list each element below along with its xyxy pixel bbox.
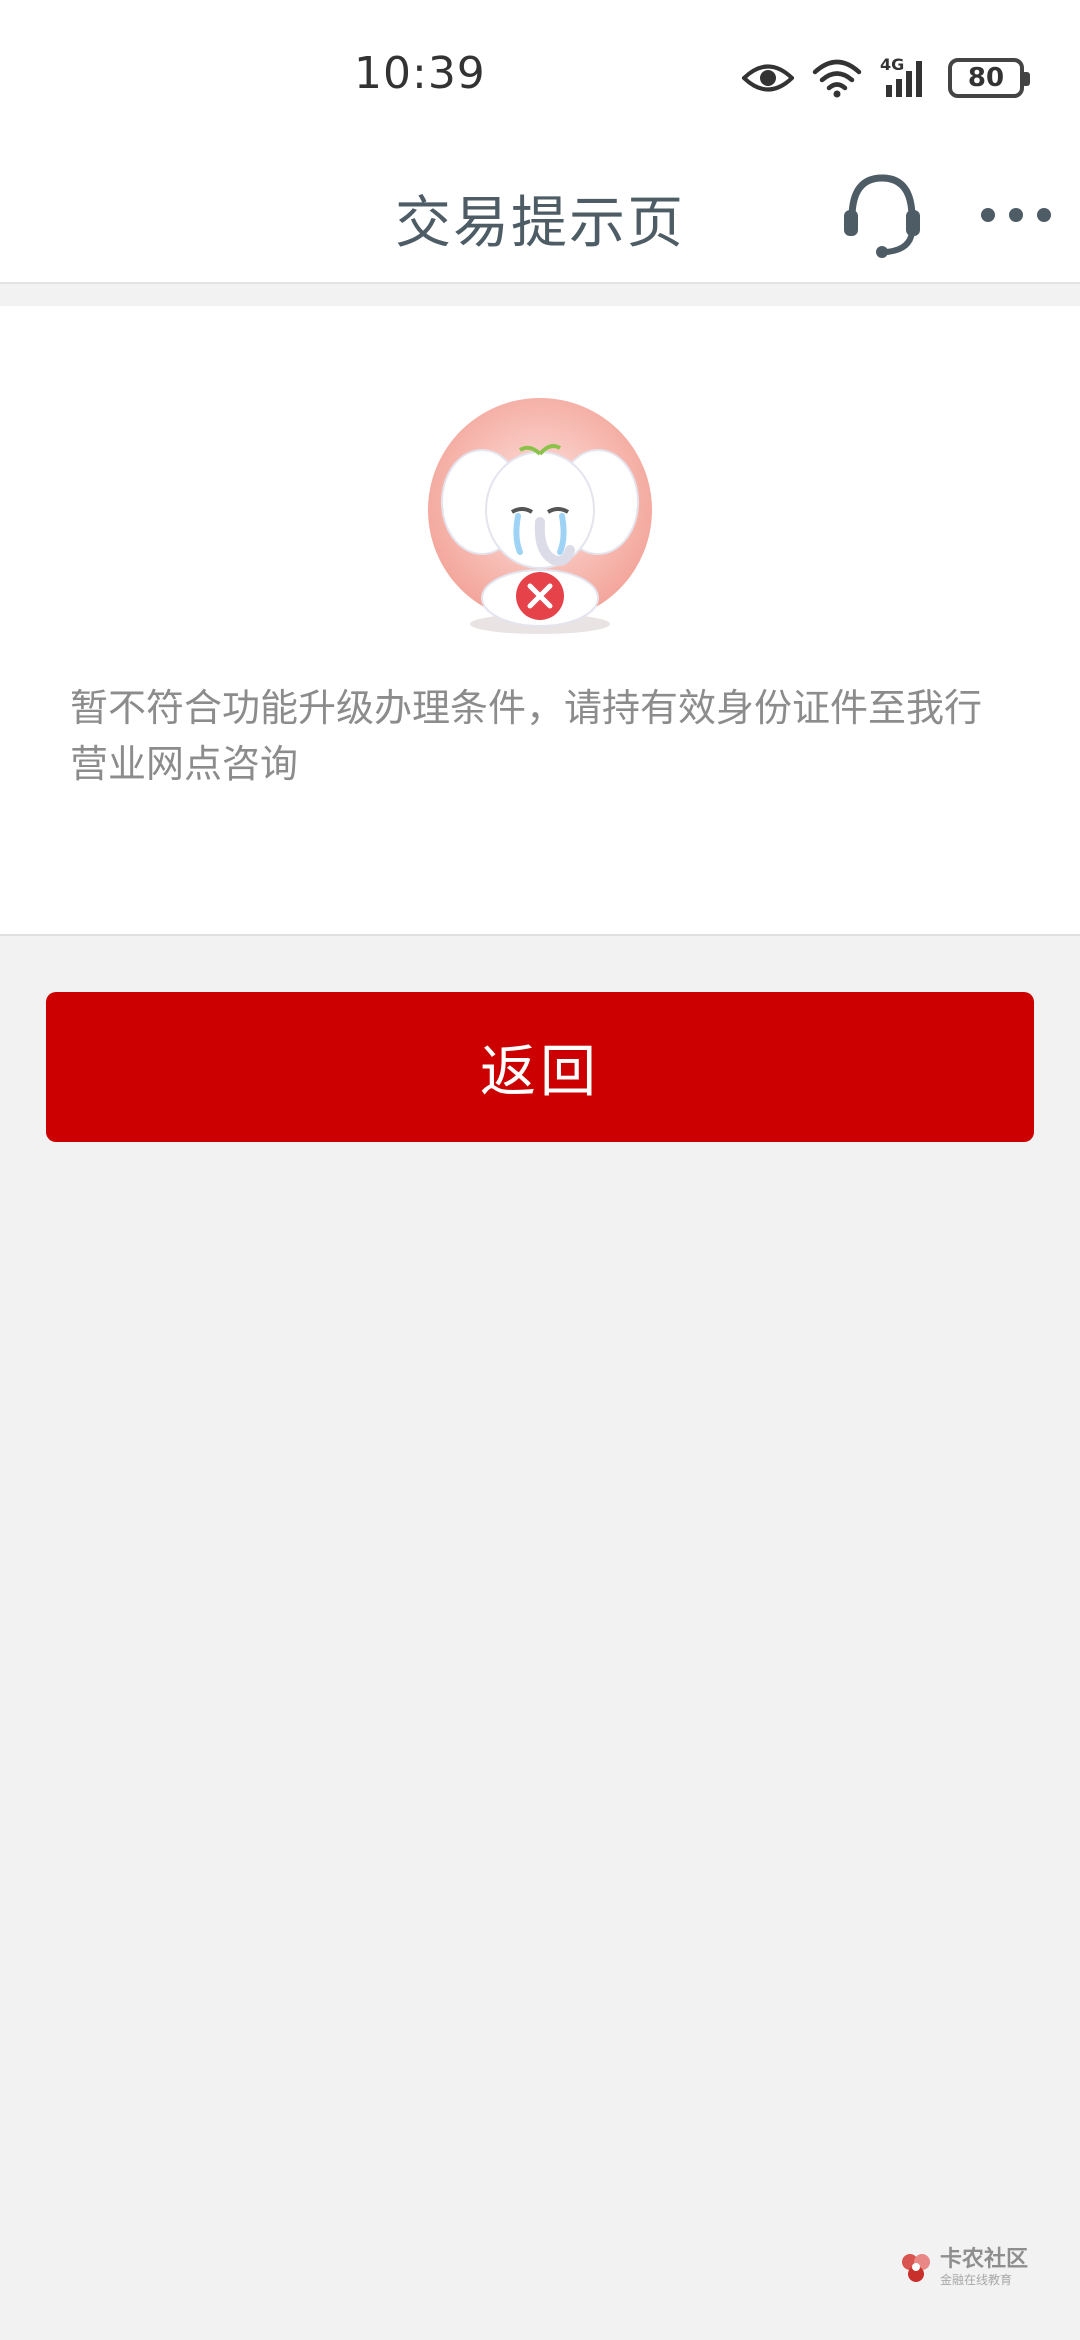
- divider: [0, 286, 1080, 306]
- nav-bar: 交易提示页: [0, 150, 1080, 284]
- eye-icon: [742, 64, 794, 92]
- signal-icon: 4G: [880, 55, 930, 99]
- watermark-logo-icon: [902, 2254, 930, 2282]
- battery-level: 80: [967, 63, 1005, 93]
- page: 10:39 4G 80 交易提示页 暂不符合功能升级办理条件，请持有效身份证件至…: [0, 0, 1080, 2340]
- more-icon[interactable]: [976, 200, 1056, 230]
- battery-icon: 80: [948, 58, 1030, 98]
- status-bar: 10:39 4G 80: [0, 0, 1080, 150]
- watermark: 卡农社区 金融在线教育: [898, 2248, 1028, 2288]
- watermark-text: 卡农社区 金融在线教育: [940, 2248, 1028, 2288]
- headset-icon[interactable]: [840, 170, 924, 260]
- watermark-sub-text: 金融在线教育: [940, 2273, 1013, 2287]
- back-button[interactable]: 返回: [46, 992, 1034, 1142]
- status-time: 10:39: [354, 48, 486, 99]
- wifi-icon: [812, 59, 862, 98]
- watermark-main-text: 卡农社区: [940, 2247, 1029, 2272]
- crying-elephant-with-x-icon: [428, 398, 652, 634]
- error-message: 暂不符合功能升级办理条件，请持有效身份证件至我行营业网点咨询: [70, 686, 983, 786]
- status-icons: 4G 80: [742, 52, 1030, 104]
- result-card: 暂不符合功能升级办理条件，请持有效身份证件至我行营业网点咨询: [0, 306, 1080, 936]
